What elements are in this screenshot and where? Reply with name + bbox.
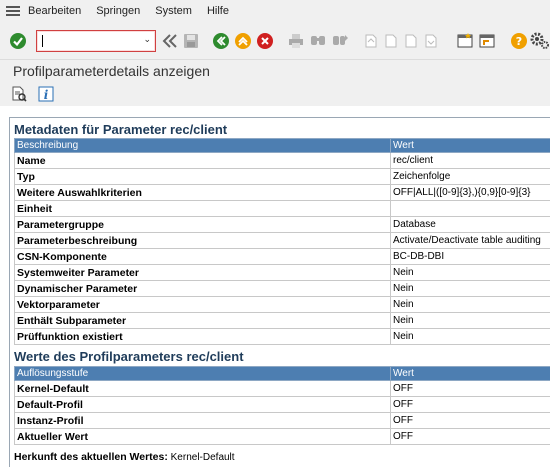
row-value: OFF <box>390 428 550 445</box>
page-title: Profilparameterdetails anzeigen <box>13 63 210 79</box>
metadata-section-title: Metadaten für Parameter rec/client <box>14 122 228 137</box>
table-row: Default-Profil OFF <box>14 396 550 413</box>
shortcut-icon[interactable] <box>477 31 497 51</box>
row-value: BC-DB-DBI <box>390 248 550 265</box>
table-row: Kernel-Default OFF <box>14 380 550 397</box>
menu-item-bearbeiten[interactable]: Bearbeiten <box>28 5 81 17</box>
row-label: Default-Profil <box>14 396 391 413</box>
row-label: Systemweiter Parameter <box>14 264 391 281</box>
row-value: Nein <box>390 328 550 345</box>
table-row: Weitere Auswahlkriterien OFF|ALL|([0-9]{3… <box>14 184 550 201</box>
find-next-icon[interactable] <box>330 31 350 51</box>
title-bar: Profilparameterdetails anzeigen <box>0 60 550 82</box>
values-section-title: Werte des Profilparameters rec/client <box>14 349 244 364</box>
enter-icon[interactable] <box>8 31 28 51</box>
system-toolbar: ⌄ ? <box>0 22 550 60</box>
display-document-icon[interactable] <box>10 85 28 103</box>
row-value <box>390 200 550 217</box>
help-icon[interactable]: ? <box>509 31 529 51</box>
first-page-icon[interactable] <box>361 31 381 51</box>
row-value: Nein <box>390 280 550 297</box>
row-value: Database <box>390 216 550 233</box>
print-icon[interactable] <box>286 31 306 51</box>
text-caret <box>42 35 43 47</box>
table-row: Dynamischer Parameter Nein <box>14 280 550 297</box>
row-label: Dynamischer Parameter <box>14 280 391 297</box>
row-value: rec/client <box>390 152 550 169</box>
new-session-icon[interactable] <box>455 31 475 51</box>
table-row: Enthält Subparameter Nein <box>14 312 550 329</box>
row-label: Enthält Subparameter <box>14 312 391 329</box>
row-value: Nein <box>390 296 550 313</box>
menu-item-hilfe[interactable]: Hilfe <box>207 5 229 17</box>
row-value: OFF <box>390 396 550 413</box>
value-origin-line: Herkunft des aktuellen Wertes: Kernel-De… <box>14 451 235 463</box>
row-label: Einheit <box>14 200 391 217</box>
menu-item-system[interactable]: System <box>155 5 192 17</box>
column-header-aufloesungsstufe[interactable]: Auflösungsstufe <box>14 366 391 381</box>
row-value: Nein <box>390 312 550 329</box>
table-row: Systemweiter Parameter Nein <box>14 264 550 281</box>
column-header-beschreibung[interactable]: Beschreibung <box>14 138 391 153</box>
back-icon[interactable] <box>211 31 231 51</box>
settings-icon[interactable] <box>530 31 550 51</box>
chevron-down-icon[interactable]: ⌄ <box>143 34 151 45</box>
row-label: CSN-Komponente <box>14 248 391 265</box>
menu-icon[interactable] <box>6 6 20 16</box>
row-label: Vektorparameter <box>14 296 391 313</box>
last-page-icon[interactable] <box>421 31 441 51</box>
table-row: Aktueller Wert OFF <box>14 428 550 445</box>
value-origin-label: Herkunft des aktuellen Wertes: <box>14 451 168 463</box>
row-label: Parameterbeschreibung <box>14 232 391 249</box>
table-row: Typ Zeichenfolge <box>14 168 550 185</box>
column-header-wert[interactable]: Wert <box>390 366 550 381</box>
table-header-row: Beschreibung Wert <box>14 138 550 153</box>
row-value: Zeichenfolge <box>390 168 550 185</box>
row-label: Weitere Auswahlkriterien <box>14 184 391 201</box>
row-value: Nein <box>390 264 550 281</box>
table-row: Prüffunktion existiert Nein <box>14 328 550 345</box>
row-value: Activate/Deactivate table auditing <box>390 232 550 249</box>
row-value: OFF|ALL|([0-9]{3},){0,9}[0-9]{3} <box>390 184 550 201</box>
row-label: Name <box>14 152 391 169</box>
exit-icon[interactable] <box>233 31 253 51</box>
info-icon[interactable]: i <box>37 85 55 103</box>
command-input[interactable] <box>41 32 141 50</box>
application-toolbar: i <box>0 82 550 106</box>
values-table: Auflösungsstufe Wert Kernel-Default OFF D… <box>14 366 550 445</box>
find-icon[interactable] <box>308 31 328 51</box>
column-header-wert[interactable]: Wert <box>390 138 550 153</box>
table-row: Instanz-Profil OFF <box>14 412 550 429</box>
menu-item-springen[interactable]: Springen <box>96 5 140 17</box>
menu-bar: Bearbeiten Springen System Hilfe <box>0 0 550 22</box>
table-row: Name rec/client <box>14 152 550 169</box>
back-double-icon[interactable] <box>160 31 180 51</box>
save-icon[interactable] <box>181 31 201 51</box>
table-row: Parameterbeschreibung Activate/Deactivate… <box>14 232 550 249</box>
row-label: Parametergruppe <box>14 216 391 233</box>
cancel-icon[interactable] <box>255 31 275 51</box>
svg-text:i: i <box>44 88 49 102</box>
value-origin-value: Kernel-Default <box>170 452 235 463</box>
command-field[interactable]: ⌄ <box>36 30 156 52</box>
row-label: Aktueller Wert <box>14 428 391 445</box>
table-header-row: Auflösungsstufe Wert <box>14 366 550 381</box>
content-area: Metadaten für Parameter rec/client Besch… <box>9 117 550 467</box>
table-row: Einheit <box>14 200 550 217</box>
table-row: Vektorparameter Nein <box>14 296 550 313</box>
next-page-icon[interactable] <box>401 31 421 51</box>
table-row: Parametergruppe Database <box>14 216 550 233</box>
row-label: Prüffunktion existiert <box>14 328 391 345</box>
svg-text:?: ? <box>516 35 522 48</box>
row-value: OFF <box>390 380 550 397</box>
row-label: Kernel-Default <box>14 380 391 397</box>
previous-page-icon[interactable] <box>381 31 401 51</box>
table-row: CSN-Komponente BC-DB-DBI <box>14 248 550 265</box>
row-label: Typ <box>14 168 391 185</box>
row-value: OFF <box>390 412 550 429</box>
metadata-table: Beschreibung Wert Name rec/client Typ Zeic… <box>14 138 550 345</box>
row-label: Instanz-Profil <box>14 412 391 429</box>
